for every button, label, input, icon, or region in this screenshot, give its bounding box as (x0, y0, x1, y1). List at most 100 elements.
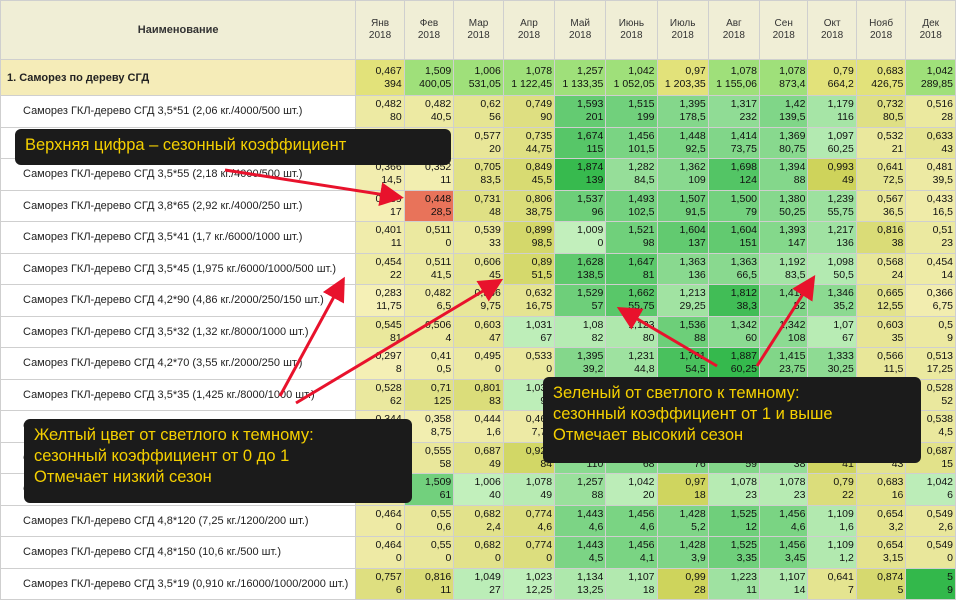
value-cell[interactable]: 1,097 60,25 (807, 126, 857, 159)
value-cell[interactable]: 1,042 1 052,05 (605, 59, 658, 96)
value-cell[interactable]: 0,482 6,5 (403, 284, 455, 317)
value-cell[interactable]: 1,662 55,75 (605, 284, 658, 317)
value-cell[interactable]: 0,603 35 (855, 315, 907, 348)
value-cell[interactable]: 0,97 18 (656, 473, 709, 506)
value-cell[interactable]: 0,79 22 (807, 473, 857, 506)
value-cell[interactable]: 0,401 11 (355, 221, 405, 254)
value-cell[interactable]: 0,549 2,6 (905, 504, 956, 537)
table-row[interactable]: Саморез ГКЛ-дерево СГД 3,5*19 (0,910 кг.… (0, 567, 956, 600)
value-cell[interactable]: 0,874 5 (855, 567, 907, 600)
table-row[interactable]: Саморез ГКЛ-дерево СГД 3,5*32 (1,32 кг./… (0, 315, 956, 348)
value-cell[interactable]: 1,107 18 (605, 567, 658, 600)
value-cell[interactable]: 0,79 664,2 (807, 59, 857, 96)
value-cell[interactable]: 0,454 22 (355, 252, 405, 285)
value-cell[interactable]: 0,62 56 (453, 95, 504, 128)
value-cell[interactable]: 0,5 9 (905, 315, 956, 348)
value-cell[interactable]: 1,009 0 (554, 221, 607, 254)
value-cell[interactable]: 0,774 4,6 (502, 504, 556, 537)
month-header[interactable]: Июнь 2018 (605, 0, 658, 60)
value-cell[interactable]: 1,317 232 (707, 95, 761, 128)
value-cell[interactable]: 1,761 54,5 (656, 347, 709, 380)
value-cell[interactable]: 0,687 49 (453, 441, 504, 474)
value-cell[interactable]: 0,51 23 (905, 221, 956, 254)
value-cell[interactable]: 0,568 24 (855, 252, 907, 285)
value-cell[interactable]: 1,698 124 (707, 158, 761, 191)
value-cell[interactable]: 1,536 88 (656, 315, 709, 348)
value-cell[interactable]: 1,456 101,5 (605, 126, 658, 159)
value-cell[interactable]: 1,107 14 (758, 567, 809, 600)
table-row[interactable]: Саморез ГКЛ-дерево СГД 4,2*70 (3,55 кг./… (0, 347, 956, 380)
value-cell[interactable]: 1,342 60 (707, 315, 761, 348)
value-cell[interactable]: 0,899 98,5 (502, 221, 556, 254)
value-cell[interactable]: 0,89 51,5 (502, 252, 556, 285)
value-cell[interactable]: 1,537 96 (554, 189, 607, 222)
value-cell[interactable]: 1,192 83,5 (758, 252, 809, 285)
product-name-cell[interactable]: Саморез ГКЛ-дерево СГД 3,5*45 (1,975 кг.… (0, 252, 357, 285)
month-header[interactable]: Нояб 2018 (855, 0, 907, 60)
value-cell[interactable]: 0,749 90 (502, 95, 556, 128)
value-cell[interactable]: 0,683 426,75 (855, 59, 907, 96)
value-cell[interactable]: 1,078 23 (707, 473, 761, 506)
value-cell[interactable]: 0,289 17 (355, 189, 405, 222)
value-cell[interactable]: 0,606 45 (453, 252, 504, 285)
value-cell[interactable]: 1,887 60,25 (707, 347, 761, 380)
value-cell[interactable]: 0,55 0 (403, 536, 455, 569)
value-cell[interactable]: 1,509 400,05 (403, 59, 455, 96)
value-cell[interactable]: 0,566 11,5 (855, 347, 907, 380)
value-cell[interactable]: 0,532 21 (855, 126, 907, 159)
value-cell[interactable]: 1,07 67 (807, 315, 857, 348)
name-column-header[interactable]: Наименование (0, 0, 357, 60)
month-header[interactable]: Окт 2018 (807, 0, 857, 60)
value-cell[interactable]: 1,529 57 (554, 284, 607, 317)
value-cell[interactable]: 0,482 40,5 (403, 95, 455, 128)
value-cell[interactable]: 1,031 67 (502, 315, 556, 348)
value-cell[interactable]: 1,456 3,45 (758, 536, 809, 569)
month-header[interactable]: Янв 2018 (355, 0, 405, 60)
table-row[interactable]: Саморез ГКЛ-дерево СГД 3,8*65 (2,92 кг./… (0, 189, 956, 222)
value-cell[interactable]: 1,493 102,5 (605, 189, 658, 222)
value-cell[interactable]: 0,682 0 (453, 536, 504, 569)
group-name-cell[interactable]: 1. Саморез по дереву СГД (0, 59, 357, 96)
table-row[interactable]: Саморез ГКЛ-дерево СГД 4,8*150 (10,6 кг.… (0, 536, 956, 569)
table-row[interactable]: Саморез ГКЛ-дерево СГД 4,8*120 (7,25 кг.… (0, 504, 956, 537)
value-cell[interactable]: 1,395 39,2 (554, 347, 607, 380)
month-header[interactable]: Фев 2018 (403, 0, 455, 60)
value-cell[interactable]: 1,217 136 (807, 221, 857, 254)
value-cell[interactable]: 0,464 0 (355, 536, 405, 569)
value-cell[interactable]: 1,179 116 (807, 95, 857, 128)
value-cell[interactable]: 1,109 1,6 (807, 504, 857, 537)
month-header[interactable]: Май 2018 (554, 0, 607, 60)
value-cell[interactable]: 0,641 7 (807, 567, 857, 600)
value-cell[interactable]: 0,654 3,15 (855, 536, 907, 569)
value-cell[interactable]: 0,448 28,5 (403, 189, 455, 222)
value-cell[interactable]: 1,257 1 133,35 (554, 59, 607, 96)
value-cell[interactable]: 0,806 38,75 (502, 189, 556, 222)
value-cell[interactable]: 1,415 23,75 (758, 347, 809, 380)
value-cell[interactable]: 1,257 88 (554, 473, 607, 506)
value-cell[interactable]: 1,674 115 (554, 126, 607, 159)
value-cell[interactable]: 0,757 6 (355, 567, 405, 600)
value-cell[interactable]: 0,774 0 (502, 536, 556, 569)
value-cell[interactable]: 0,71 125 (403, 378, 455, 411)
value-cell[interactable]: 1,443 4,6 (554, 504, 607, 537)
value-cell[interactable]: 0,603 47 (453, 315, 504, 348)
group-row[interactable]: 1. Саморез по дереву СГД 0,467 394 1,509 400… (0, 59, 956, 96)
value-cell[interactable]: 1,428 5,2 (656, 504, 709, 537)
value-cell[interactable]: 0,654 3,2 (855, 504, 907, 537)
value-cell[interactable]: 1,395 178,5 (656, 95, 709, 128)
product-name-cell[interactable]: Саморез ГКЛ-дерево СГД 4,2*90 (4,86 кг./… (0, 284, 357, 317)
value-cell[interactable]: 0,513 17,25 (905, 347, 956, 380)
value-cell[interactable]: 1,006 531,05 (453, 59, 504, 96)
value-cell[interactable]: 1,500 79 (707, 189, 761, 222)
value-cell[interactable]: 0,566 9,75 (453, 284, 504, 317)
value-cell[interactable]: 1,42 139,5 (758, 95, 809, 128)
value-cell[interactable]: 1,628 138,5 (554, 252, 607, 285)
value-cell[interactable]: 0,97 1 203,35 (656, 59, 709, 96)
value-cell[interactable]: 1,369 80,75 (758, 126, 809, 159)
value-cell[interactable]: 1,593 201 (554, 95, 607, 128)
value-cell[interactable]: 0,99 28 (656, 567, 709, 600)
product-name-cell[interactable]: Саморез ГКЛ-дерево СГД 4,8*150 (10,6 кг.… (0, 536, 357, 569)
value-cell[interactable]: 0,732 80,5 (855, 95, 907, 128)
value-cell[interactable]: 1,507 91,5 (656, 189, 709, 222)
value-cell[interactable]: 1,456 4,6 (605, 504, 658, 537)
